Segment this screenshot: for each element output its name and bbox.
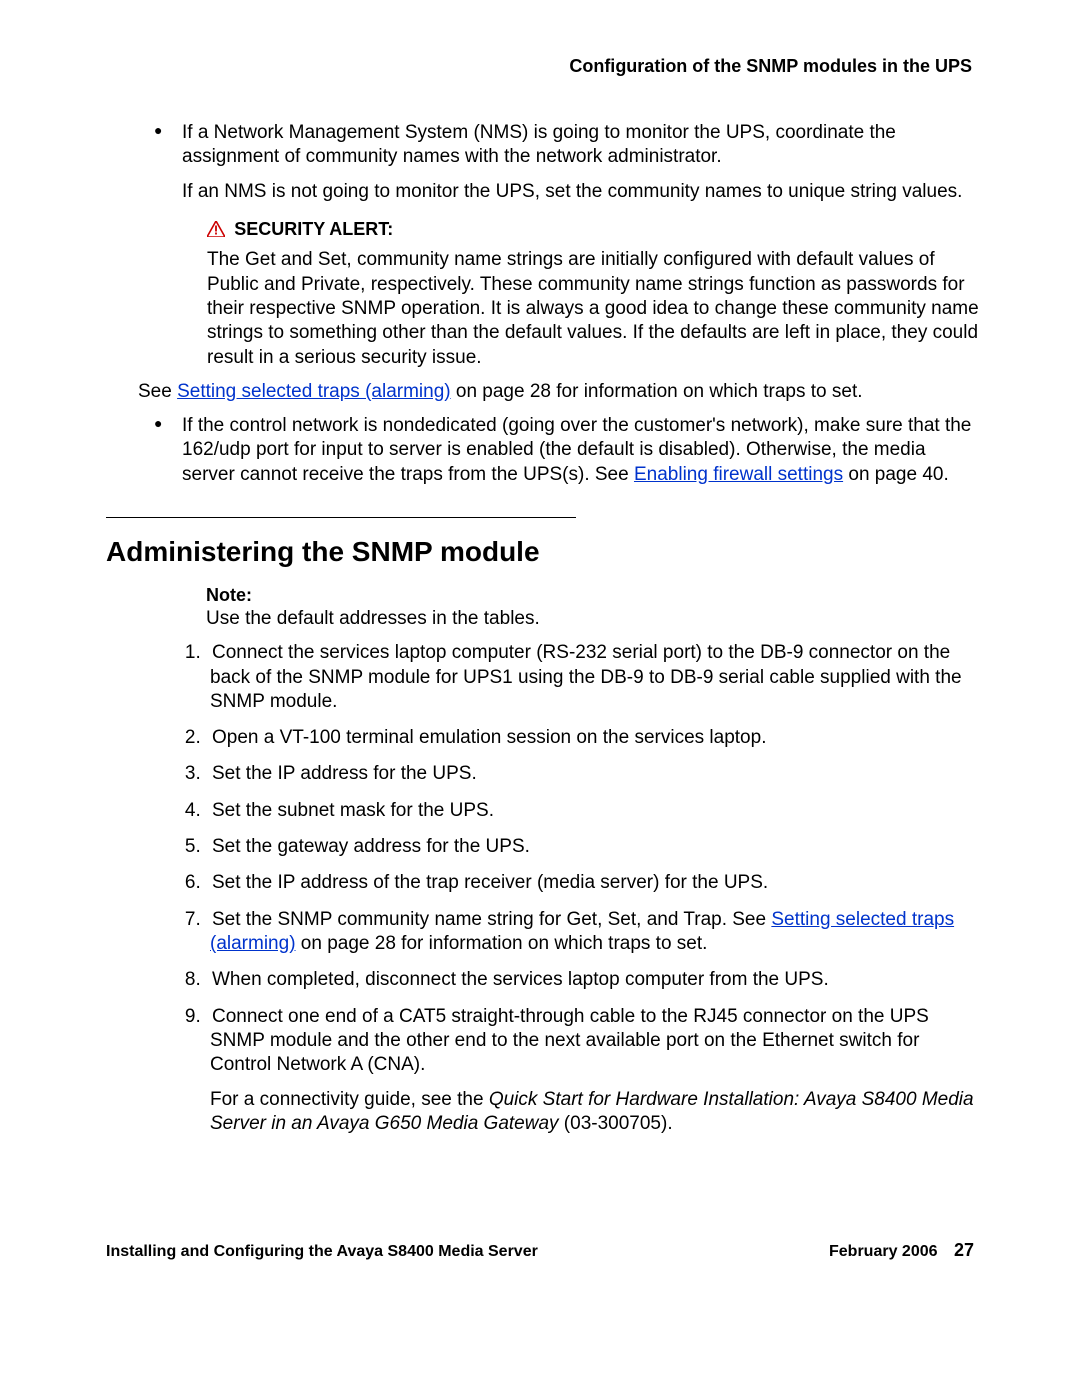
warning-icon <box>207 220 225 244</box>
step-item: Set the SNMP community name string for G… <box>206 908 980 957</box>
step-text: Set the subnet mask for the UPS. <box>210 800 494 821</box>
main-content: If a Network Management System (NMS) is … <box>106 121 980 1136</box>
footer-page-number: 27 <box>954 1240 974 1260</box>
list-item: If the control network is nondedicated (… <box>182 414 980 487</box>
ordered-steps: Connect the services laptop computer (RS… <box>106 641 980 1136</box>
bullet-list-top: If a Network Management System (NMS) is … <box>106 121 980 370</box>
step-text: Set the gateway address for the UPS. <box>210 836 530 857</box>
step-item: Connect the services laptop computer (RS… <box>206 641 980 714</box>
note-body: Use the default addresses in the tables. <box>206 607 980 631</box>
footer-right: February 2006 27 <box>829 1240 974 1261</box>
step7-pre: Set the SNMP community name string for G… <box>212 909 771 930</box>
bullet-subparagraph: If an NMS is not going to monitor the UP… <box>182 180 980 204</box>
see-post: on page 28 for information on which trap… <box>451 381 863 402</box>
footer-doc-title: Installing and Configuring the Avaya S84… <box>106 1243 538 1260</box>
footer-date: February 2006 <box>829 1243 938 1260</box>
see-line: See Setting selected traps (alarming) on… <box>138 380 980 404</box>
step9-sub-post: (03-300705). <box>559 1113 673 1134</box>
step7-post: on page 28 for information on which trap… <box>296 933 708 954</box>
step-item: When completed, disconnect the services … <box>206 968 980 992</box>
step-item: Set the IP address for the UPS. <box>206 762 980 786</box>
step-item: Set the subnet mask for the UPS. <box>206 799 980 823</box>
step-text: Connect one end of a CAT5 straight-throu… <box>210 1006 929 1076</box>
bullet-text: If a Network Management System (NMS) is … <box>182 122 896 167</box>
see-pre: See <box>138 381 177 402</box>
step-subparagraph: For a connectivity guide, see the Quick … <box>210 1088 980 1137</box>
step-text: Open a VT-100 terminal emulation session… <box>210 727 766 748</box>
link-setting-traps[interactable]: Setting selected traps (alarming) <box>177 381 451 402</box>
step9-sub-pre: For a connectivity guide, see the <box>210 1089 489 1110</box>
step-text: Set the IP address of the trap receiver … <box>210 872 768 893</box>
step-text: Connect the services laptop computer (RS… <box>210 642 962 712</box>
page-header-title: Configuration of the SNMP modules in the… <box>106 56 972 77</box>
alert-heading-row: SECURITY ALERT: <box>207 218 980 244</box>
page-footer: Installing and Configuring the Avaya S84… <box>106 1243 980 1261</box>
section-heading: Administering the SNMP module <box>106 534 980 570</box>
step-item: Connect one end of a CAT5 straight-throu… <box>206 1005 980 1137</box>
security-alert-block: SECURITY ALERT: The Get and Set, communi… <box>207 218 980 370</box>
step-item: Set the IP address of the trap receiver … <box>206 871 980 895</box>
step-item: Open a VT-100 terminal emulation session… <box>206 726 980 750</box>
step-text: Set the SNMP community name string for G… <box>210 909 954 954</box>
alert-label: SECURITY ALERT: <box>234 219 393 239</box>
bullet-list-second: If the control network is nondedicated (… <box>106 414 980 487</box>
note-label: Note: <box>206 584 980 607</box>
step-text: When completed, disconnect the services … <box>210 969 829 990</box>
step-text: Set the IP address for the UPS. <box>210 763 477 784</box>
bullet-text-post: on page 40. <box>843 464 949 485</box>
section-divider <box>106 517 576 518</box>
link-firewall-settings[interactable]: Enabling firewall settings <box>634 464 843 485</box>
document-page: Configuration of the SNMP modules in the… <box>0 0 1080 1301</box>
alert-body: The Get and Set, community name strings … <box>207 248 980 370</box>
list-item: If a Network Management System (NMS) is … <box>182 121 980 370</box>
step-item: Set the gateway address for the UPS. <box>206 835 980 859</box>
